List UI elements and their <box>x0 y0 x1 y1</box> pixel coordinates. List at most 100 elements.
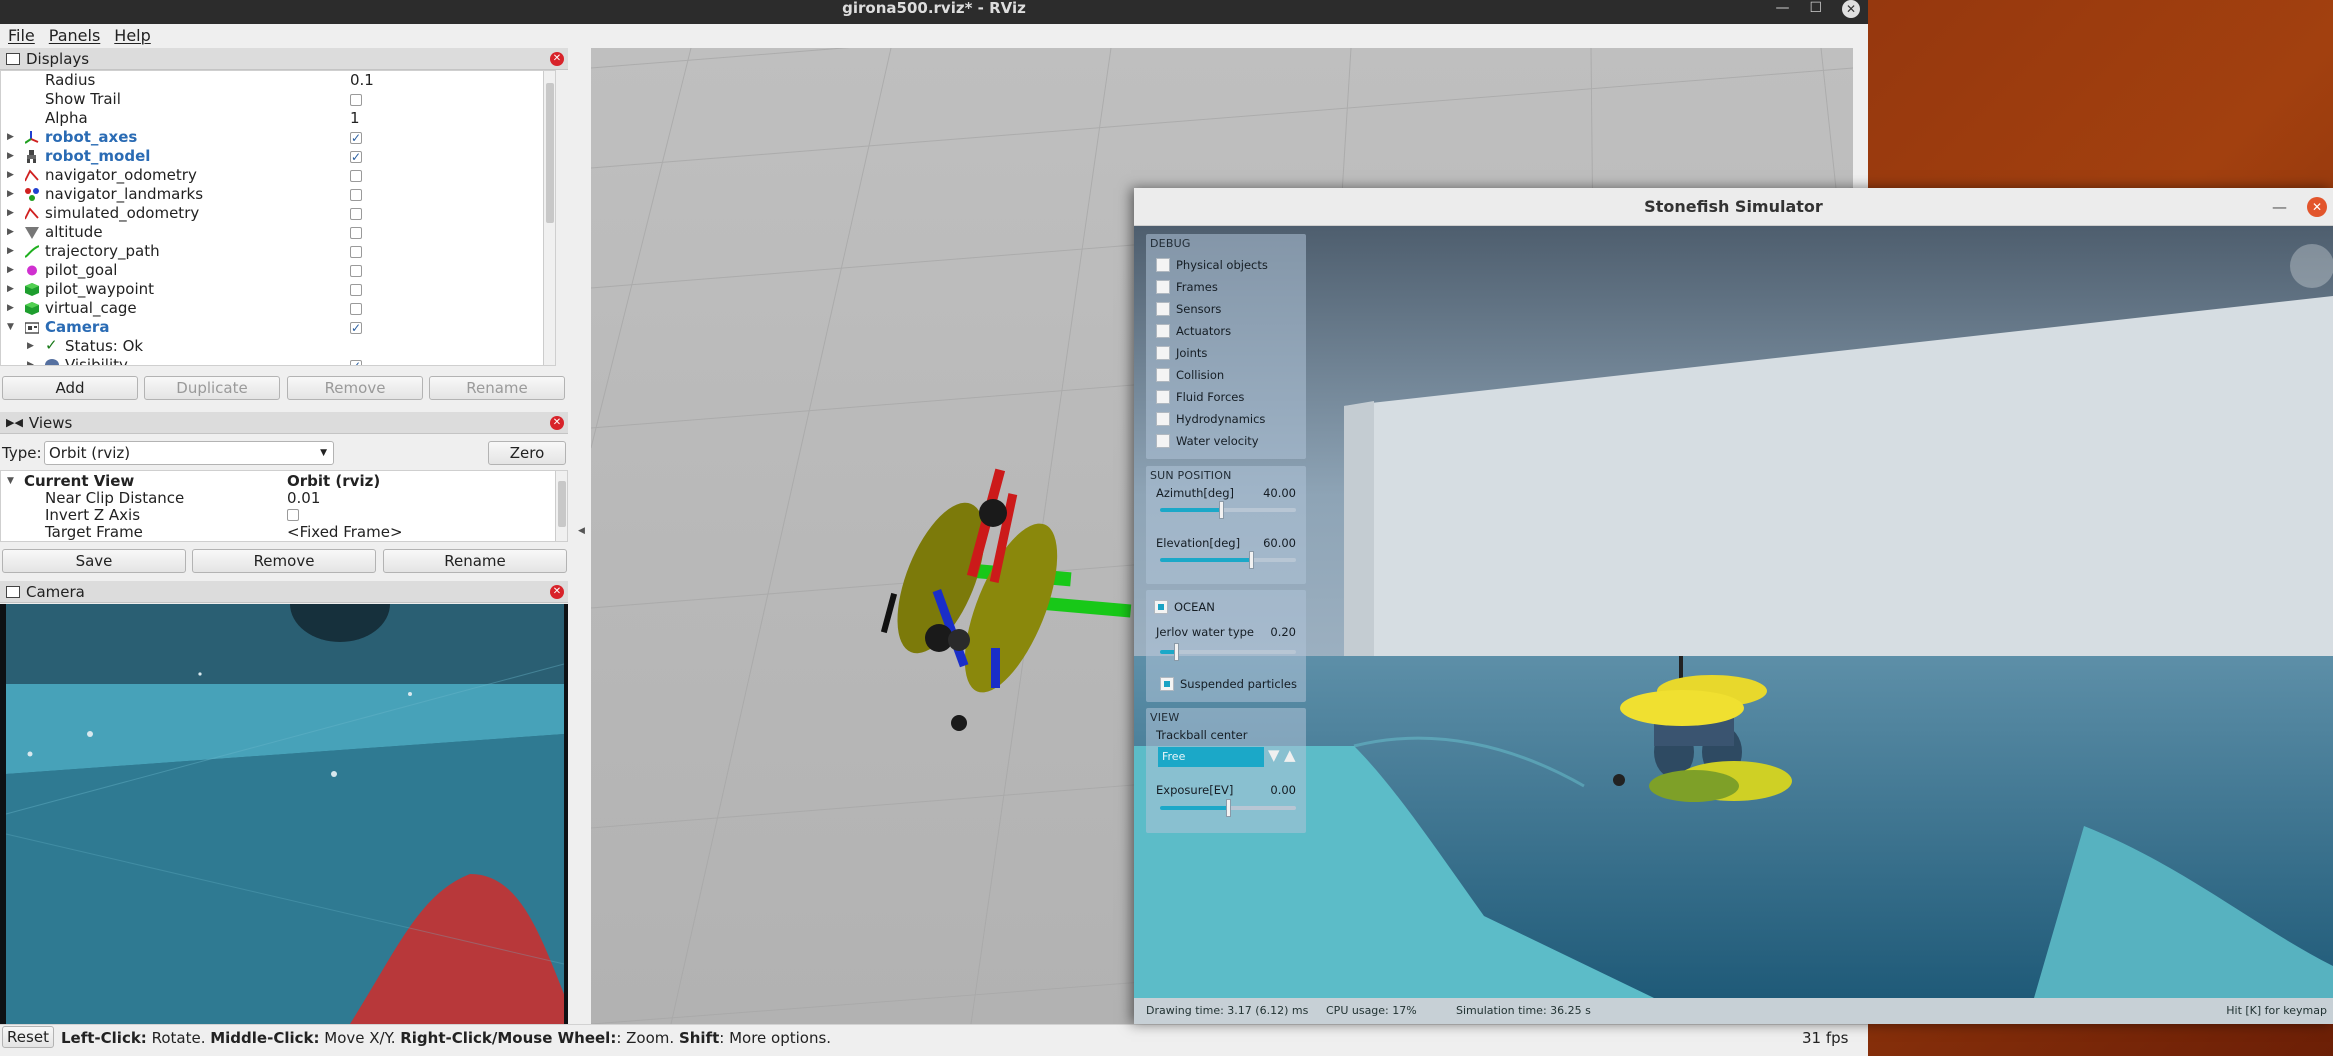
add-button[interactable]: Add <box>2 376 138 400</box>
jerlov-slider[interactable] <box>1160 643 1296 661</box>
maximize-icon[interactable]: ☐ <box>1809 0 1822 17</box>
save-view-button[interactable]: Save <box>2 549 186 573</box>
expand-arrow-icon[interactable]: ▶ <box>7 166 14 185</box>
show-trail-checkbox[interactable] <box>350 94 362 106</box>
display-enabled-checkbox[interactable] <box>350 189 362 201</box>
display-item-pilot-waypoint[interactable]: ▶ pilot_waypoint <box>1 280 555 299</box>
tree-row[interactable]: Target Frame <Fixed Frame> <box>1 524 555 541</box>
minimize-icon[interactable]: — <box>2272 188 2287 226</box>
displays-tree[interactable]: Radius 0.1 Show Trail Alpha 1 ▶ robot_ax… <box>0 70 556 366</box>
property-value[interactable]: <Fixed Frame> <box>287 524 403 541</box>
visibility-checkbox[interactable] <box>350 357 362 365</box>
expand-arrow-icon[interactable]: ▶ <box>7 185 14 204</box>
close-icon[interactable]: ✕ <box>1842 0 1860 18</box>
close-icon[interactable]: ✕ <box>2307 197 2327 217</box>
property-value[interactable]: 0.01 <box>287 490 320 507</box>
tree-row[interactable]: Show Trail <box>1 90 555 109</box>
expand-arrow-icon[interactable]: ▶ <box>27 356 34 365</box>
expand-arrow-icon[interactable]: ▶ <box>27 337 34 356</box>
elevation-slider[interactable] <box>1160 551 1296 569</box>
display-item-pilot-goal[interactable]: ▶ pilot_goal <box>1 261 555 280</box>
tree-row[interactable]: Radius 0.1 <box>1 71 555 90</box>
display-enabled-checkbox[interactable] <box>350 265 362 277</box>
sensors-checkbox[interactable] <box>1156 302 1170 316</box>
close-icon[interactable]: ✕ <box>550 416 564 430</box>
expand-arrow-icon[interactable]: ▶ <box>7 261 14 280</box>
display-enabled-checkbox[interactable] <box>350 246 362 258</box>
scrollbar-thumb[interactable] <box>546 83 554 223</box>
slider-handle[interactable] <box>1219 501 1225 519</box>
fluid-forces-checkbox[interactable] <box>1156 390 1170 404</box>
remove-view-button[interactable]: Remove <box>192 549 376 573</box>
azimuth-slider[interactable] <box>1160 501 1296 519</box>
display-item-robot-model[interactable]: ▶ robot_model <box>1 147 555 167</box>
tree-row[interactable]: Alpha 1 <box>1 109 555 128</box>
joints-checkbox[interactable] <box>1156 346 1170 360</box>
reset-button[interactable]: Reset <box>2 1026 54 1048</box>
rename-button[interactable]: Rename <box>429 376 565 400</box>
display-item-camera[interactable]: ▼ Camera <box>1 318 555 338</box>
slider-handle[interactable] <box>1174 643 1180 661</box>
display-item-virtual-cage[interactable]: ▶ virtual_cage <box>1 299 555 318</box>
exposure-slider[interactable] <box>1160 799 1296 817</box>
zero-button[interactable]: Zero <box>488 441 566 465</box>
collapse-arrow-icon[interactable]: ▼ <box>7 473 14 490</box>
hydrodynamics-checkbox[interactable] <box>1156 412 1170 426</box>
remove-button[interactable]: Remove <box>287 376 423 400</box>
display-enabled-checkbox[interactable] <box>350 148 362 167</box>
close-icon[interactable]: ✕ <box>550 52 564 66</box>
display-enabled-checkbox[interactable] <box>350 319 362 338</box>
views-tree[interactable]: ▼ Current View Orbit (rviz) Near Clip Di… <box>0 470 568 542</box>
property-value[interactable]: 0.1 <box>350 71 374 90</box>
expand-arrow-icon[interactable]: ▶ <box>7 299 14 318</box>
property-value[interactable]: 1 <box>350 109 360 128</box>
tree-row[interactable]: Invert Z Axis <box>1 507 555 524</box>
slider-handle[interactable] <box>1226 799 1231 817</box>
tree-row[interactable]: ▶ Visibility <box>1 356 555 365</box>
tree-row[interactable]: Near Clip Distance 0.01 <box>1 490 555 507</box>
view-type-select[interactable]: Orbit (rviz) ▼ <box>44 441 334 465</box>
water-velocity-checkbox[interactable] <box>1156 434 1170 448</box>
display-enabled-checkbox[interactable] <box>350 227 362 239</box>
views-scrollbar[interactable] <box>555 471 567 541</box>
ocean-checkbox[interactable] <box>1154 600 1168 614</box>
expand-arrow-icon[interactable]: ▶ <box>7 223 14 242</box>
display-enabled-checkbox[interactable] <box>350 170 362 182</box>
display-enabled-checkbox[interactable] <box>350 303 362 315</box>
display-enabled-checkbox[interactable] <box>350 284 362 296</box>
scrollbar-thumb[interactable] <box>558 481 566 527</box>
display-item-navigator-landmarks[interactable]: ▶ navigator_landmarks <box>1 185 555 204</box>
suspended-particles-checkbox[interactable] <box>1160 677 1174 691</box>
rename-view-button[interactable]: Rename <box>383 549 567 573</box>
display-item-robot-axes[interactable]: ▶ robot_axes <box>1 128 555 148</box>
expand-arrow-icon[interactable]: ▶ <box>7 242 14 261</box>
minimize-icon[interactable]: — <box>1775 0 1789 17</box>
invert-z-checkbox[interactable] <box>287 509 299 521</box>
duplicate-button[interactable]: Duplicate <box>144 376 280 400</box>
expand-arrow-icon[interactable]: ▶ <box>7 280 14 299</box>
simulator-viewport[interactable]: DEBUG Physical objects Frames Sensors Ac… <box>1134 226 2333 998</box>
select-up-arrow-icon[interactable]: ▲ <box>1284 746 1296 764</box>
splitter-arrow-icon[interactable]: ◀ <box>578 526 585 536</box>
collapse-arrow-icon[interactable]: ▼ <box>7 318 14 337</box>
tree-row[interactable]: ▶ ✓ Status: Ok <box>1 336 555 356</box>
displays-scrollbar[interactable] <box>543 71 555 365</box>
close-icon[interactable]: ✕ <box>550 585 564 599</box>
display-item-trajectory-path[interactable]: ▶ trajectory_path <box>1 242 555 261</box>
panel-splitter[interactable]: ◀ <box>572 48 590 1024</box>
actuators-checkbox[interactable] <box>1156 324 1170 338</box>
frames-checkbox[interactable] <box>1156 280 1170 294</box>
menu-file[interactable]: File <box>8 24 35 48</box>
slider-handle[interactable] <box>1249 551 1255 569</box>
expand-arrow-icon[interactable]: ▶ <box>7 128 14 147</box>
collision-checkbox[interactable] <box>1156 368 1170 382</box>
camera-image-view[interactable] <box>0 604 568 1024</box>
physical-objects-checkbox[interactable] <box>1156 258 1170 272</box>
display-item-simulated-odometry[interactable]: ▶ simulated_odometry <box>1 204 555 223</box>
display-item-altitude[interactable]: ▶ altitude <box>1 223 555 242</box>
display-enabled-checkbox[interactable] <box>350 129 362 148</box>
display-enabled-checkbox[interactable] <box>350 208 362 220</box>
expand-arrow-icon[interactable]: ▶ <box>7 147 14 166</box>
display-item-navigator-odometry[interactable]: ▶ navigator_odometry <box>1 166 555 185</box>
menu-help[interactable]: Help <box>114 24 150 48</box>
